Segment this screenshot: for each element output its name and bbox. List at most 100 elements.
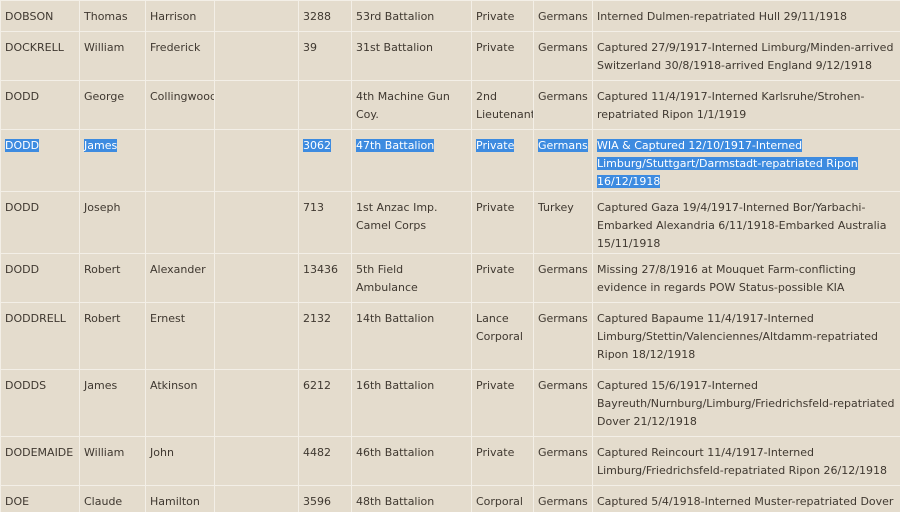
table-row[interactable]: DODD Robert Alexander 13436 5th Field Ambula…: [0, 253, 900, 303]
second-name-cell: Frederick: [145, 31, 215, 81]
rank-text: Private: [476, 139, 515, 152]
second-name-text: Frederick: [150, 41, 201, 54]
surname-cell: DOE: [0, 485, 80, 512]
unit-cell: 47th Battalion: [351, 129, 472, 192]
first-name-cell: Thomas: [79, 0, 146, 32]
surname-cell: DODD: [0, 129, 80, 192]
table-row[interactable]: DODD James 3062 47th Battalion Private German…: [0, 129, 900, 192]
captors-cell: Turkey: [533, 191, 593, 254]
surname-cell: DOCKRELL: [0, 31, 80, 81]
rank-text: Private: [476, 263, 515, 276]
second-name-cell: Alexander: [145, 253, 215, 303]
first-name-cell: Robert: [79, 302, 146, 370]
unit-cell: 53rd Battalion: [351, 0, 472, 32]
blank-cell: [214, 31, 299, 81]
first-name-text: George: [84, 90, 125, 103]
details-text: Captured 15/6/1917-Interned Bayreuth/Nur…: [597, 379, 895, 428]
captors-cell: Germans: [533, 31, 593, 81]
surname-cell: DODD: [0, 253, 80, 303]
service-number-text: 6212: [303, 379, 331, 392]
blank-cell: [214, 191, 299, 254]
surname-text: DODD: [5, 139, 40, 152]
surname-cell: DODEMAIDE: [0, 436, 80, 486]
second-name-text: Alexander: [150, 263, 206, 276]
table-row[interactable]: DODD George Collingwood 4th Machine Gun Coy…: [0, 80, 900, 130]
surname-text: DODEMAIDE: [5, 446, 74, 459]
service-number-cell: 2132: [298, 302, 352, 370]
details-cell: Captured 15/6/1917-Interned Bayreuth/Nur…: [592, 369, 900, 437]
surname-text: DOBSON: [5, 10, 54, 23]
details-cell: Captured 5/4/1918-Interned Muster-repatr…: [592, 485, 900, 512]
service-number-text: 3596: [303, 495, 331, 508]
details-text: Missing 27/8/1916 at Mouquet Farm-confli…: [597, 263, 856, 294]
surname-text: DODD: [5, 201, 40, 214]
details-text: Captured Bapaume 11/4/1917-Interned Limb…: [597, 312, 879, 361]
details-text: Interned Dulmen-repatriated Hull 29/11/1…: [597, 10, 847, 23]
unit-cell: 16th Battalion: [351, 369, 472, 437]
details-cell: Captured 11/4/1917-Interned Karlsruhe/St…: [592, 80, 900, 130]
unit-text: 14th Battalion: [356, 312, 435, 325]
service-number-text: 2132: [303, 312, 331, 325]
surname-text: DOE: [5, 495, 30, 508]
first-name-text: Thomas: [84, 10, 128, 23]
first-name-text: James: [84, 379, 118, 392]
details-text: Captured Reincourt 11/4/1917-Interned Li…: [597, 446, 887, 477]
captors-text: Germans: [538, 495, 588, 508]
second-name-cell: [145, 129, 215, 192]
table-row[interactable]: DODEMAIDE William John 4482 46th Battalion Pr…: [0, 436, 900, 486]
captors-text: Germans: [538, 139, 588, 152]
blank-cell: [214, 369, 299, 437]
captors-cell: Germans: [533, 436, 593, 486]
unit-text: 1st Anzac Imp. Camel Corps: [356, 201, 438, 232]
rank-cell: Private: [471, 191, 534, 254]
second-name-text: Harrison: [150, 10, 197, 23]
service-number-text: 713: [303, 201, 324, 214]
table-body: DOBSON Thomas Harrison 3288 53rd Battalion Pr…: [0, 0, 900, 512]
table-row[interactable]: DOCKRELL William Frederick 39 31st Battalion…: [0, 31, 900, 81]
table-row[interactable]: DOBSON Thomas Harrison 3288 53rd Battalion Pr…: [0, 0, 900, 32]
surname-cell: DODD: [0, 191, 80, 254]
table-row[interactable]: DODDRELL Robert Ernest 2132 14th Battalion La…: [0, 302, 900, 370]
first-name-cell: Claude: [79, 485, 146, 512]
captors-text: Germans: [538, 312, 588, 325]
details-text: Captured 5/4/1918-Interned Muster-repatr…: [597, 495, 894, 508]
rank-cell: Private: [471, 129, 534, 192]
captors-text: Germans: [538, 10, 588, 23]
rank-text: Lance Corporal: [476, 312, 523, 343]
rank-text: Private: [476, 446, 515, 459]
service-number-cell: 13436: [298, 253, 352, 303]
details-text: Captured 27/9/1917-Interned Limburg/Mind…: [597, 41, 894, 72]
unit-text: 5th Field Ambulance: [356, 263, 418, 294]
unit-text: 46th Battalion: [356, 446, 435, 459]
rank-text: Corporal: [476, 495, 523, 508]
rank-cell: Private: [471, 253, 534, 303]
unit-cell: 31st Battalion: [351, 31, 472, 81]
captors-cell: Germans: [533, 369, 593, 437]
second-name-cell: Collingwood: [145, 80, 215, 130]
blank-cell: [214, 253, 299, 303]
surname-text: DODD: [5, 90, 40, 103]
service-number-text: 13436: [303, 263, 338, 276]
unit-cell: 46th Battalion: [351, 436, 472, 486]
unit-text: 53rd Battalion: [356, 10, 435, 23]
details-cell: Missing 27/8/1916 at Mouquet Farm-confli…: [592, 253, 900, 303]
table-row[interactable]: DODD Joseph 713 1st Anzac Imp. Camel Corps P…: [0, 191, 900, 254]
first-name-text: William: [84, 446, 125, 459]
second-name-cell: Harrison: [145, 0, 215, 32]
service-number-cell: 3062: [298, 129, 352, 192]
table-row[interactable]: DOE Claude Hamilton 3596 48th Battalion Corpo…: [0, 485, 900, 512]
details-cell: Captured Bapaume 11/4/1917-Interned Limb…: [592, 302, 900, 370]
second-name-cell: Atkinson: [145, 369, 215, 437]
captors-cell: Germans: [533, 80, 593, 130]
first-name-text: James: [84, 139, 118, 152]
service-number-cell: 3288: [298, 0, 352, 32]
rank-cell: Private: [471, 369, 534, 437]
service-number-text: 4482: [303, 446, 331, 459]
unit-text: 31st Battalion: [356, 41, 434, 54]
blank-cell: [214, 436, 299, 486]
service-number-cell: [298, 80, 352, 130]
surname-text: DODD: [5, 263, 40, 276]
table-row[interactable]: DODDS James Atkinson 6212 16th Battalion Priv…: [0, 369, 900, 437]
surname-cell: DODD: [0, 80, 80, 130]
service-number-text: 3288: [303, 10, 331, 23]
